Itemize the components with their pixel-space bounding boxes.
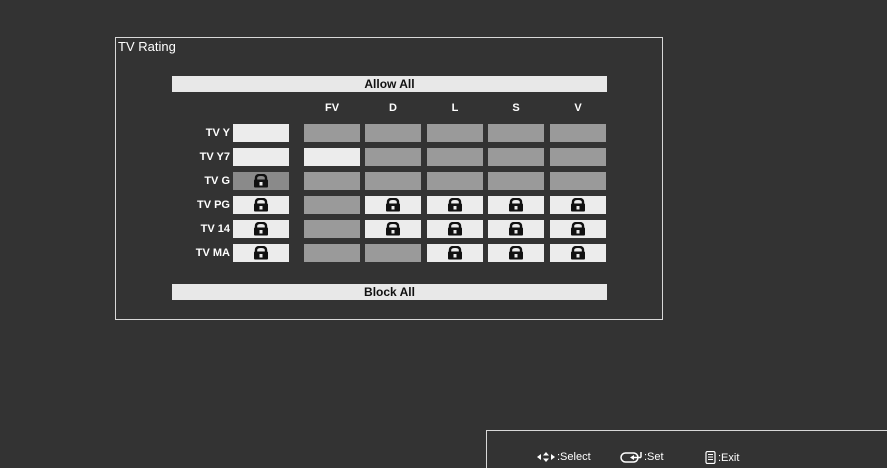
lock-icon xyxy=(509,246,523,260)
content-lock-cell[interactable] xyxy=(550,220,606,238)
exit-hint: :Exit xyxy=(705,451,739,464)
content-lock-cell[interactable] xyxy=(304,148,360,166)
content-lock-cell[interactable] xyxy=(427,172,483,190)
content-lock-cell[interactable] xyxy=(488,148,544,166)
rating-row-label: TV Y7 xyxy=(199,151,230,163)
rating-lock-cell[interactable] xyxy=(233,172,289,190)
set-hint: :Set xyxy=(620,451,664,463)
content-lock-cell[interactable] xyxy=(304,244,360,262)
lock-icon xyxy=(571,246,585,260)
rating-lock-cell[interactable] xyxy=(233,220,289,238)
content-lock-cell[interactable] xyxy=(304,172,360,190)
lock-icon xyxy=(509,198,523,212)
content-lock-cell[interactable] xyxy=(427,220,483,238)
select-hint-label: :Select xyxy=(557,451,591,463)
content-lock-cell[interactable] xyxy=(427,148,483,166)
column-header: L xyxy=(451,102,459,114)
content-lock-cell[interactable] xyxy=(550,124,606,142)
screen: TV Rating Allow All FV D L S V TV Y TV Y7 TV G T… xyxy=(0,0,887,468)
rating-lock-cell[interactable] xyxy=(233,244,289,262)
lock-icon xyxy=(448,222,462,236)
lock-icon xyxy=(254,246,268,260)
content-lock-cell[interactable] xyxy=(550,148,606,166)
lock-icon xyxy=(254,174,268,188)
column-header: V xyxy=(574,102,582,114)
content-lock-cell[interactable] xyxy=(365,244,421,262)
content-lock-cell[interactable] xyxy=(488,172,544,190)
exit-hint-label: :Exit xyxy=(718,451,740,464)
lock-icon xyxy=(448,246,462,260)
panel-title: TV Rating xyxy=(118,39,176,54)
block-all-button[interactable]: Block All xyxy=(172,284,607,300)
content-lock-cell[interactable] xyxy=(427,244,483,262)
content-lock-cell[interactable] xyxy=(550,244,606,262)
lock-icon xyxy=(386,222,400,236)
content-lock-cell[interactable] xyxy=(365,124,421,142)
content-lock-cell[interactable] xyxy=(427,124,483,142)
column-header: FV xyxy=(324,102,340,114)
content-lock-cell[interactable] xyxy=(304,124,360,142)
rating-row-label: TV PG xyxy=(196,199,230,211)
column-header: S xyxy=(512,102,520,114)
content-lock-cell[interactable] xyxy=(365,148,421,166)
set-hint-label: :Set xyxy=(644,451,664,463)
rating-row-label: TV MA xyxy=(195,247,230,259)
rating-lock-cell[interactable] xyxy=(233,196,289,214)
rating-row-label: TV 14 xyxy=(200,223,230,235)
rating-lock-cell[interactable] xyxy=(233,124,289,142)
select-arrows-icon xyxy=(537,452,555,462)
content-lock-cell[interactable] xyxy=(488,124,544,142)
content-lock-cell[interactable] xyxy=(304,220,360,238)
rating-row-label: TV Y xyxy=(205,127,230,139)
lock-icon xyxy=(386,198,400,212)
allow-all-button[interactable]: Allow All xyxy=(172,76,607,92)
rating-lock-cell[interactable] xyxy=(233,148,289,166)
content-lock-cell[interactable] xyxy=(488,196,544,214)
remote-icon xyxy=(705,451,716,464)
content-lock-cell[interactable] xyxy=(365,220,421,238)
lock-icon xyxy=(571,222,585,236)
content-lock-cell[interactable] xyxy=(304,196,360,214)
rating-row-label: TV G xyxy=(204,175,230,187)
content-lock-cell[interactable] xyxy=(488,244,544,262)
content-lock-cell[interactable] xyxy=(550,196,606,214)
content-lock-cell[interactable] xyxy=(550,172,606,190)
lock-icon xyxy=(509,222,523,236)
content-lock-cell[interactable] xyxy=(365,196,421,214)
lock-icon xyxy=(254,198,268,212)
content-lock-cell[interactable] xyxy=(427,196,483,214)
column-header: D xyxy=(389,102,397,114)
lock-icon xyxy=(448,198,462,212)
enter-icon xyxy=(620,452,642,463)
tv-rating-panel: TV Rating Allow All FV D L S V TV Y TV Y7 TV G T… xyxy=(115,37,663,320)
content-lock-cell[interactable] xyxy=(365,172,421,190)
lock-icon xyxy=(254,222,268,236)
select-hint: :Select xyxy=(537,451,591,463)
footer-hints: :Select :Set :Exit xyxy=(486,430,887,468)
content-lock-cell[interactable] xyxy=(488,220,544,238)
lock-icon xyxy=(571,198,585,212)
